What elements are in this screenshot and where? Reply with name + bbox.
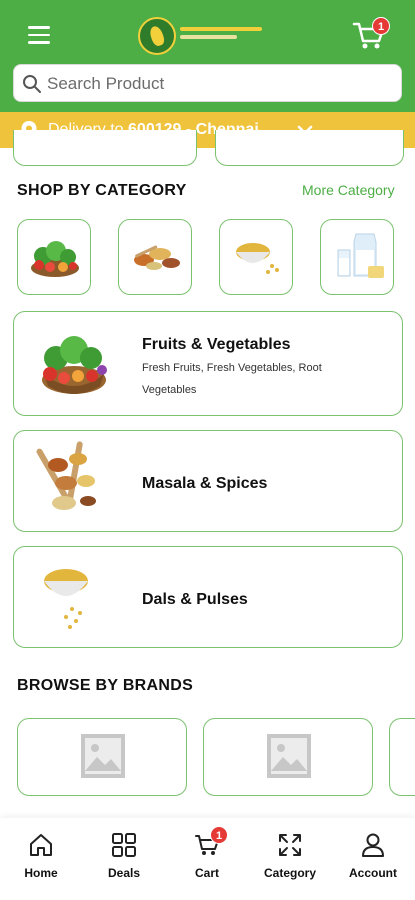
hamburger-icon[interactable] [28, 26, 50, 44]
spices-spoons-image [36, 441, 96, 510]
dals-image [236, 243, 279, 274]
nav-cart[interactable]: 1 Cart [167, 826, 247, 880]
category-thumb-dairy[interactable] [320, 219, 394, 295]
category-thumb-fruits-vegetables[interactable] [17, 219, 91, 295]
vegetables-basket-image [42, 336, 107, 394]
more-category-link[interactable]: More Category [302, 182, 395, 198]
user-icon [362, 833, 384, 857]
store-logo[interactable] [138, 17, 264, 57]
category-thumb-dals-pulses[interactable] [219, 219, 293, 295]
nav-label: Account [349, 866, 397, 880]
image-placeholder-icon [267, 734, 311, 778]
search-input[interactable]: Search Product [13, 64, 402, 102]
shop-by-category-title: SHOP BY CATEGORY [17, 182, 187, 199]
cart-count-badge: 1 [210, 826, 228, 844]
cart-count-badge: 1 [372, 17, 390, 35]
brand-card[interactable] [203, 718, 373, 796]
app-header: 1 Search Product [0, 0, 415, 112]
nav-label: Home [24, 866, 58, 880]
brand-card[interactable] [17, 718, 187, 796]
category-card-title: Fruits & Vegetables [142, 336, 291, 353]
browse-by-brands-title: BROWSE BY BRANDS [17, 677, 194, 694]
category-card-masala-spices[interactable]: Masala & Spices [13, 430, 403, 532]
partial-card[interactable] [13, 130, 197, 166]
spices-image [134, 245, 180, 270]
partial-card[interactable] [215, 130, 404, 166]
category-card-subtitle: Fresh Fruits, Fresh Vegetables, Root Veg… [142, 362, 322, 396]
nav-account[interactable]: Account [333, 832, 413, 880]
nav-deals[interactable]: Deals [84, 832, 164, 880]
expand-icon [279, 834, 301, 856]
image-placeholder-icon [81, 734, 125, 778]
header-cart-button[interactable]: 1 [352, 17, 390, 52]
dairy-image [337, 233, 384, 278]
category-card-title: Masala & Spices [142, 475, 268, 492]
nav-label: Category [263, 866, 316, 880]
search-icon [23, 75, 41, 93]
category-card-dals-pulses[interactable]: Dals & Pulses [13, 546, 403, 648]
search-placeholder: Search Product [47, 74, 165, 93]
bottom-navigation: Home Deals 1 Cart Category Account [0, 818, 415, 900]
grid-icon [112, 833, 136, 857]
logo-emblem [138, 17, 176, 55]
nav-home[interactable]: Home [1, 832, 81, 880]
nav-label: Cart [194, 866, 219, 880]
brand-card[interactable] [389, 718, 415, 796]
logo-wordmark [180, 27, 262, 43]
nav-label: Deals [107, 866, 141, 880]
nav-category[interactable]: Category [250, 832, 330, 880]
category-card-fruits-vegetables[interactable]: Fruits & Vegetables Fresh Fruits, Fresh … [13, 311, 403, 416]
home-icon [30, 834, 52, 856]
vegetables-image [31, 241, 79, 277]
category-thumb-masala-spices[interactable] [118, 219, 192, 295]
category-card-title: Dals & Pulses [142, 591, 248, 608]
dals-bowl-image [44, 569, 88, 629]
